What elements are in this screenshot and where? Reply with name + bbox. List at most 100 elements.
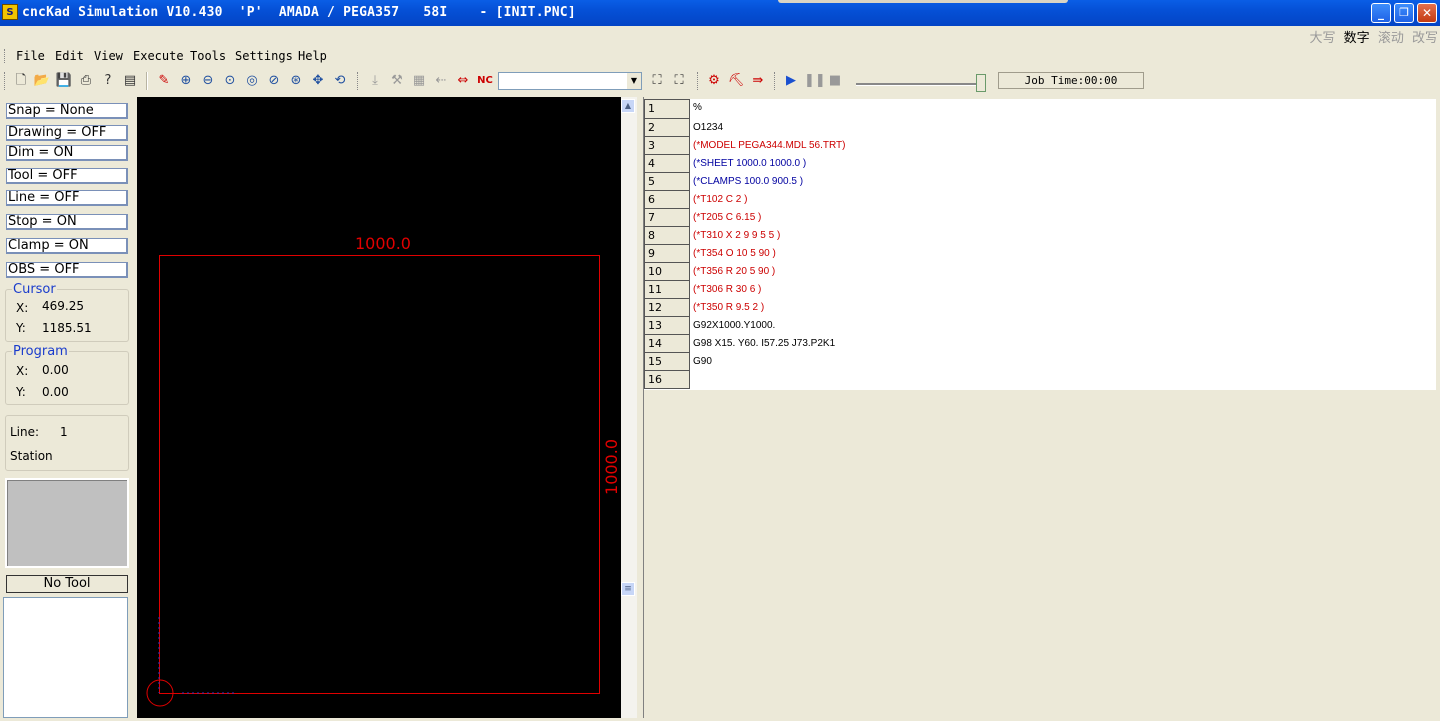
line-number: 4 [644, 155, 690, 173]
grid-icon[interactable]: ▦ [410, 72, 428, 90]
code-line[interactable]: 1% [644, 99, 1436, 119]
tool-list[interactable] [3, 597, 128, 718]
code-line[interactable]: 6 (*T102 C 2 ) [644, 191, 1436, 209]
menu-view[interactable]: View [94, 49, 123, 63]
open-folder-icon[interactable]: 📂 [33, 72, 51, 90]
menu-settings[interactable]: Settings [235, 49, 293, 63]
title-bar: S cncKad Simulation V10.430 'P' AMADA / … [0, 0, 1440, 26]
code-line[interactable]: 15 G90 [644, 353, 1436, 371]
line-number: 16 [644, 371, 690, 389]
menu-edit[interactable]: Edit [55, 49, 84, 63]
code-line[interactable]: 11 (*T306 R 30 6 ) [644, 281, 1436, 299]
code-line[interactable]: 9 (*T354 O 10 5 90 ) [644, 245, 1436, 263]
dim-toggle[interactable]: Dim = ON [6, 145, 128, 161]
code-line[interactable]: 10 (*T356 R 20 5 90 ) [644, 263, 1436, 281]
play-icon[interactable]: ▶ [782, 72, 800, 90]
line-number: 12 [644, 299, 690, 317]
code-line[interactable]: 14 G98 X15. Y60. I57.25 J73.P2K1 [644, 335, 1436, 353]
report-icon[interactable]: ▤ [121, 72, 139, 90]
program-x-label: X: [16, 364, 29, 378]
import-icon[interactable]: ⤓ [366, 72, 384, 90]
code-line[interactable]: 13 G92X1000.Y1000. [644, 317, 1436, 335]
line-number: 13 [644, 317, 690, 335]
drawing-toggle[interactable]: Drawing = OFF [6, 125, 128, 141]
zoom-previous-icon[interactable]: ⊘ [265, 72, 283, 90]
scroll-thumb[interactable]: ≡ [621, 582, 635, 596]
help-pointer-icon[interactable]: ? [99, 72, 117, 90]
line-number: 14 [644, 335, 690, 353]
code-line[interactable]: 5 (*CLAMPS 100.0 900.5 ) [644, 173, 1436, 191]
toolbar-grip-3[interactable] [697, 72, 700, 90]
code-line[interactable]: 3 (*MODEL PEGA344.MDL 56.TRT) [644, 137, 1436, 155]
line-toggle[interactable]: Line = OFF [6, 190, 128, 206]
stop-icon[interactable]: ■ [826, 72, 844, 90]
pen-icon[interactable]: ✎ [155, 72, 173, 90]
code-text: (*CLAMPS 100.0 900.5 ) [693, 176, 804, 187]
program-group-title: Program [12, 344, 69, 359]
zoom-in-icon[interactable]: ⊕ [177, 72, 195, 90]
pan-icon[interactable]: ✥ [309, 72, 327, 90]
code-text: G92X1000.Y1000. [693, 320, 776, 331]
program-y-value: 0.00 [42, 385, 69, 399]
redraw-icon[interactable]: ⟲ [331, 72, 349, 90]
nc-icon[interactable]: NC [476, 72, 494, 90]
program-x-value: 0.00 [42, 363, 69, 377]
print-icon[interactable]: ⎙ [77, 72, 95, 90]
line-number: 6 [644, 191, 690, 209]
line-number: 7 [644, 209, 690, 227]
tool-setup-icon[interactable]: ⚙ [705, 72, 723, 90]
zoom-window-icon[interactable]: ⊙ [221, 72, 239, 90]
code-line[interactable]: 2 O1234 [644, 119, 1436, 137]
code-text: (*T354 O 10 5 90 ) [693, 248, 776, 259]
chevron-down-icon[interactable]: ▼ [627, 73, 641, 89]
code-line[interactable]: 8 (*T310 X 2 9 9 5 5 ) [644, 227, 1436, 245]
line-number: 11 [644, 281, 690, 299]
clamp-toggle[interactable]: Clamp = ON [6, 238, 128, 254]
menu-file[interactable]: File [16, 49, 45, 63]
toolbar-grip-2[interactable] [357, 72, 360, 90]
zoom-out-icon[interactable]: ⊖ [199, 72, 217, 90]
code-line[interactable]: 12 (*T350 R 9.5 2 ) [644, 299, 1436, 317]
minimize-button[interactable]: _ [1371, 3, 1391, 23]
vertical-scrollbar[interactable]: ▲ ≡ [621, 97, 637, 718]
no-tool-button[interactable]: No Tool [6, 575, 128, 593]
speed-slider-track[interactable] [856, 83, 986, 86]
maximize-button[interactable]: ❐ [1394, 3, 1414, 23]
zoom-extents-icon[interactable]: ⊛ [287, 72, 305, 90]
machine-icon[interactable]: ⛏ [727, 72, 745, 90]
code-text: G98 X15. Y60. I57.25 J73.P2K1 [693, 338, 836, 349]
app-icon[interactable]: S [2, 4, 18, 20]
new-file-icon[interactable]: 🗋 [12, 72, 30, 90]
snap-toggle[interactable]: Snap = None [6, 103, 128, 119]
menu-help[interactable]: Help [298, 49, 327, 63]
pause-icon[interactable]: ❚❚ [804, 72, 826, 90]
toolbar-combo[interactable]: ▼ [498, 72, 642, 90]
code-line[interactable]: 4 (*SHEET 1000.0 1000.0 ) [644, 155, 1436, 173]
ime-overwrite: 改写 [1411, 31, 1438, 46]
close-button[interactable]: ✕ [1417, 3, 1437, 23]
cursor-group: Cursor X: 469.25 Y: 1185.51 [5, 282, 129, 342]
find-next-icon[interactable]: ⛶ [670, 72, 688, 90]
scroll-up-icon[interactable]: ▲ [621, 99, 635, 113]
tool-punch-icon[interactable]: ⚒ [388, 72, 406, 90]
obs-toggle[interactable]: OBS = OFF [6, 262, 128, 278]
drawing-canvas[interactable]: 1000.0 1000.0 [137, 97, 621, 718]
code-line[interactable]: 7 (*T205 C 6.15 ) [644, 209, 1436, 227]
find-icon[interactable]: ⛶ [648, 72, 666, 90]
menu-tools[interactable]: Tools [190, 49, 226, 63]
stop-toggle[interactable]: Stop = ON [6, 214, 128, 230]
menu-grip[interactable] [4, 49, 7, 63]
zoom-all-icon[interactable]: ◎ [243, 72, 261, 90]
toolbar-grip-4[interactable] [774, 72, 777, 90]
toolbar-grip[interactable] [4, 72, 7, 90]
run-to-icon[interactable]: ⇛ [749, 72, 767, 90]
nc-code-panel[interactable]: 1% 2 O1234 3 (*MODEL PEGA344.MDL 56.TRT) 4 (*S… [644, 99, 1436, 390]
code-line[interactable]: 16 [644, 371, 1436, 389]
tool-toggle[interactable]: Tool = OFF [6, 168, 128, 184]
menu-execute[interactable]: Execute [133, 49, 184, 63]
cursor-x-label: X: [16, 301, 29, 315]
save-icon[interactable]: 💾 [55, 72, 73, 90]
step-back-icon[interactable]: ⇠ [432, 72, 450, 90]
speed-slider-thumb[interactable] [976, 74, 986, 92]
transfer-icon[interactable]: ⇔ [454, 72, 472, 90]
